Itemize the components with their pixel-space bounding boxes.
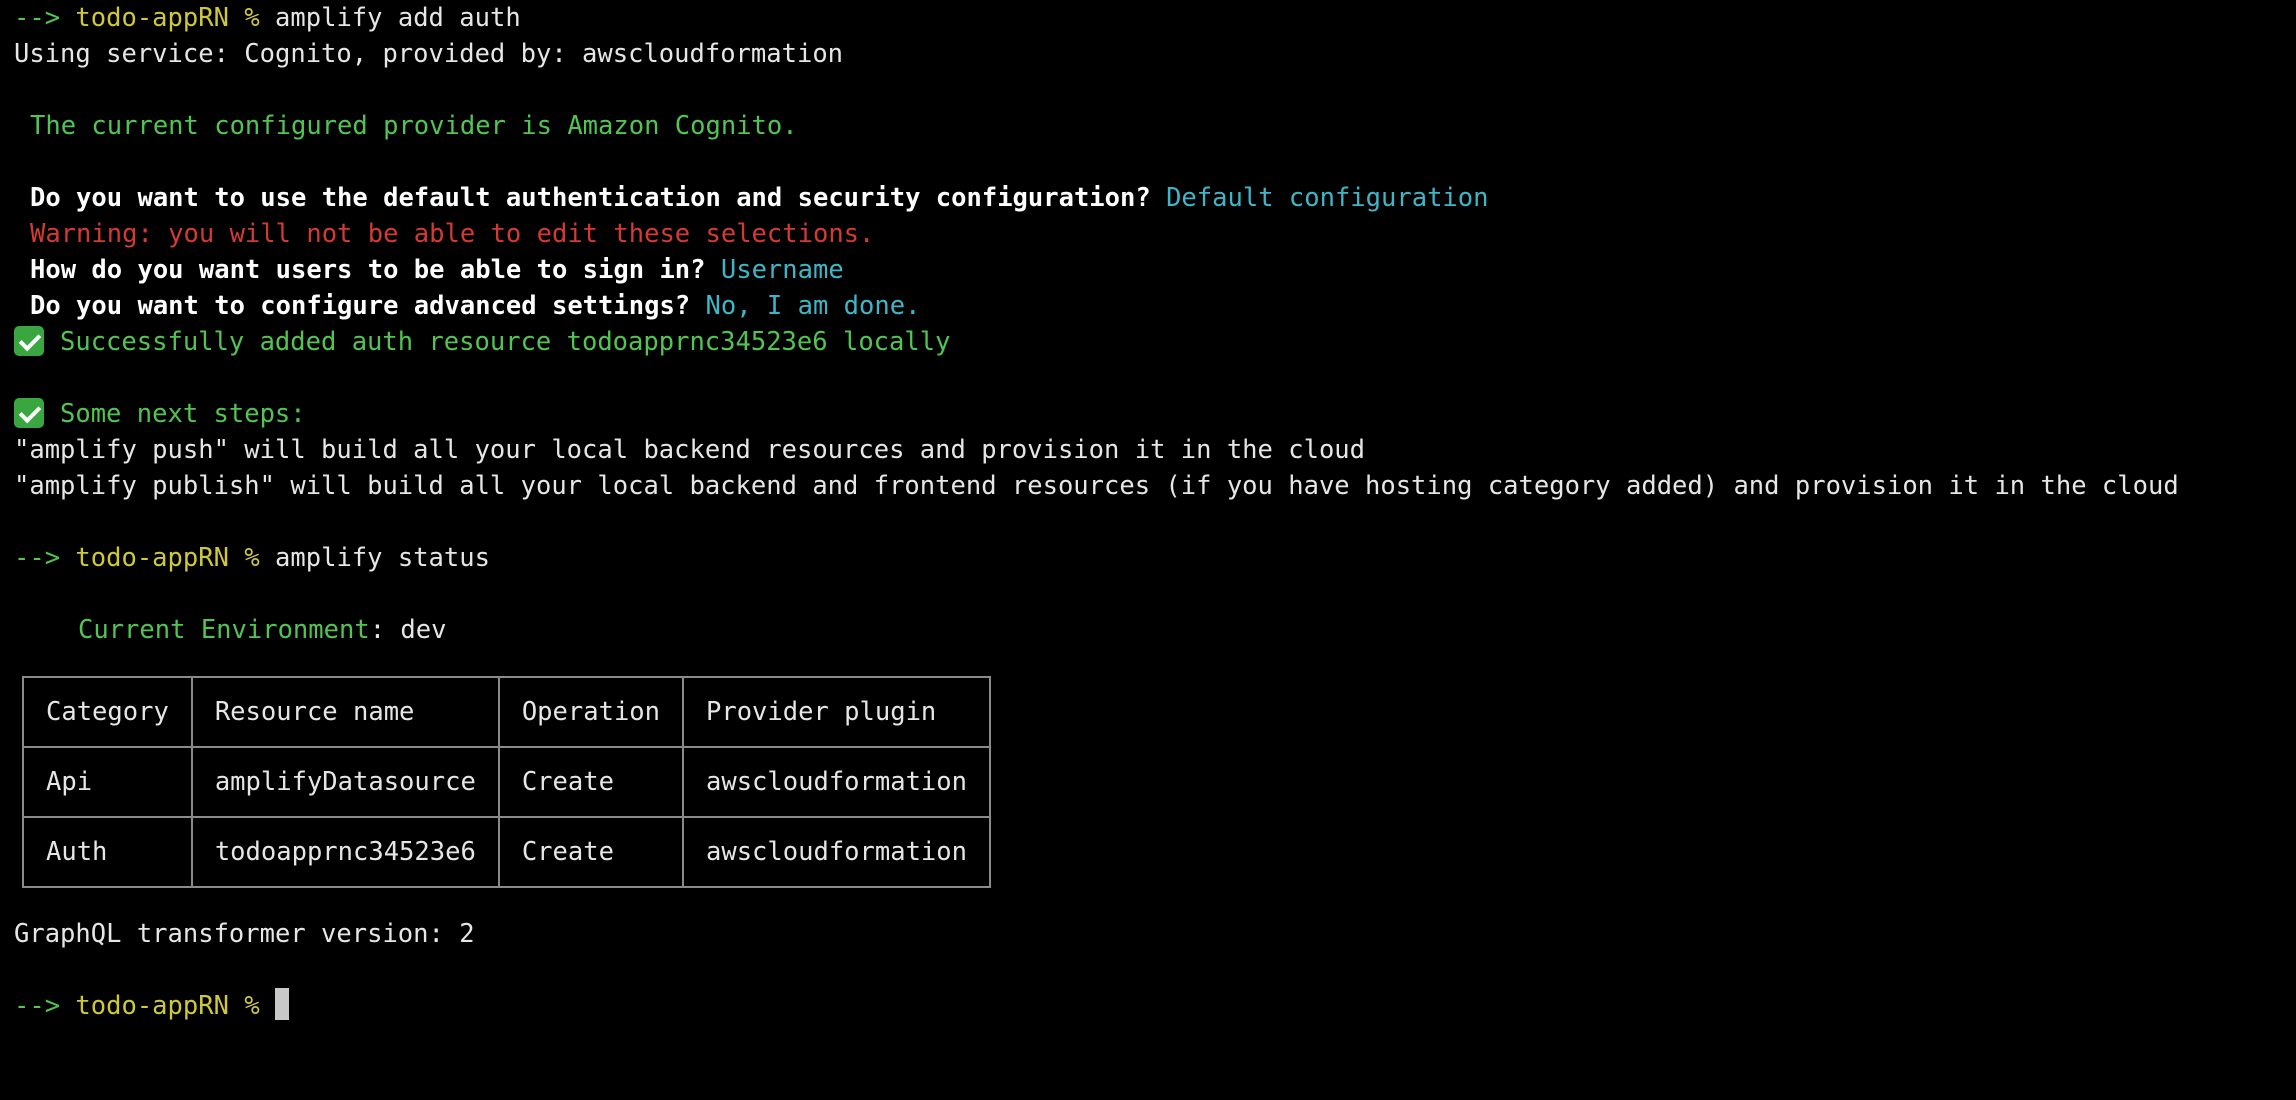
next-steps-title: Some next steps:	[14, 396, 2294, 432]
table-cell: Create	[497, 746, 685, 818]
question-default-config: Do you want to use the default authentic…	[14, 180, 2294, 216]
answer-text: No, I am done.	[705, 291, 921, 321]
check-mark-button-icon	[14, 398, 44, 428]
table-header-row: Category Resource name Operation Provide…	[22, 676, 991, 748]
table-row: Auth todoapprnc34523e6 Create awscloudfo…	[22, 816, 991, 888]
status-table-wrapper: Category Resource name Operation Provide…	[22, 676, 2294, 888]
table-cell: Create	[497, 816, 685, 888]
prompt-directory: todo-appRN	[75, 543, 229, 573]
next-steps-text: Some next steps:	[60, 399, 306, 429]
next-step-publish: "amplify publish" will build all your lo…	[14, 471, 2179, 501]
terminal-output: --> todo-appRN % amplify add auth Using …	[14, 0, 2294, 1024]
table-cell: awscloudformation	[682, 816, 991, 888]
environment-line: Current Environment: dev	[14, 612, 2294, 648]
prompt-symbol: %	[244, 3, 260, 33]
table-cell: amplifyDatasource	[190, 746, 500, 818]
question-text: Do you want to use the default authentic…	[30, 183, 1151, 213]
prompt-symbol: %	[244, 543, 260, 573]
table-cell: todoapprnc34523e6	[190, 816, 500, 888]
active-prompt-line[interactable]: --> todo-appRN %	[14, 988, 2294, 1024]
status-table: Category Resource name Operation Provide…	[22, 676, 991, 888]
success-text: Successfully added auth resource todoapp…	[60, 327, 951, 357]
table-cell: awscloudformation	[682, 746, 991, 818]
prompt-line: --> todo-appRN % amplify add auth	[14, 0, 2294, 36]
question-advanced-settings: Do you want to configure advanced settin…	[14, 288, 2294, 324]
transformer-line: GraphQL transformer version: 2	[14, 919, 475, 949]
table-cell: Auth	[22, 816, 193, 888]
warning-line: Warning: you will not be able to edit th…	[30, 219, 875, 249]
provider-line: The current configured provider is Amazo…	[30, 111, 798, 141]
prompt-line: --> todo-appRN % amplify status	[14, 540, 2294, 576]
prompt-directory: todo-appRN	[75, 3, 229, 33]
prompt-arrow: -->	[14, 3, 61, 33]
table-row: Api amplifyDatasource Create awscloudfor…	[22, 746, 991, 818]
question-text: Do you want to configure advanced settin…	[30, 291, 691, 321]
table-header-cell: Category	[22, 676, 193, 748]
table-cell: Api	[22, 746, 193, 818]
question-sign-in: How do you want users to be able to sign…	[14, 252, 2294, 288]
success-line: Successfully added auth resource todoapp…	[14, 324, 2294, 360]
prompt-arrow: -->	[14, 991, 61, 1021]
answer-text: Default configuration	[1166, 183, 1489, 213]
prompt-arrow: -->	[14, 543, 61, 573]
text-cursor[interactable]	[275, 988, 290, 1020]
prompt-symbol: %	[244, 991, 260, 1021]
answer-text: Username	[720, 255, 844, 285]
table-header-cell: Provider plugin	[682, 676, 991, 748]
environment-label: Current Environment	[78, 615, 370, 645]
environment-value: : dev	[369, 615, 447, 645]
command-text: amplify status	[275, 543, 490, 573]
check-mark-button-icon	[14, 326, 44, 356]
question-text: How do you want users to be able to sign…	[30, 255, 706, 285]
prompt-directory: todo-appRN	[75, 991, 229, 1021]
command-text: amplify add auth	[275, 3, 521, 33]
next-step-push: "amplify push" will build all your local…	[14, 435, 1366, 465]
table-header-cell: Operation	[497, 676, 685, 748]
table-header-cell: Resource name	[190, 676, 500, 748]
service-line: Using service: Cognito, provided by: aws…	[14, 39, 844, 69]
